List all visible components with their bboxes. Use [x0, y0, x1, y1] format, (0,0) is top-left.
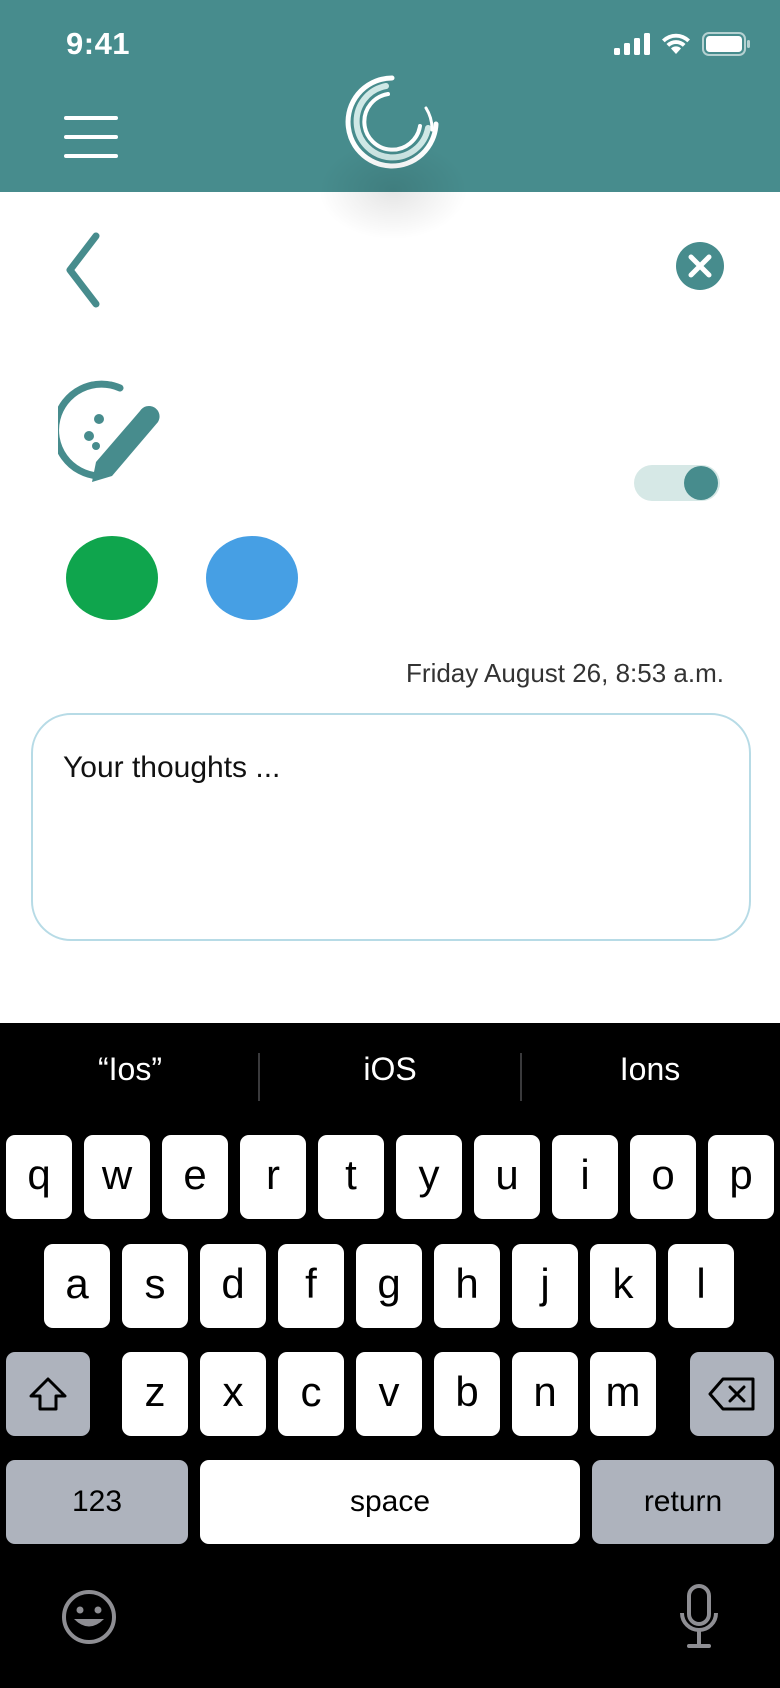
- key-v[interactable]: v: [356, 1352, 422, 1436]
- delete-key[interactable]: [690, 1352, 774, 1436]
- key-c[interactable]: c: [278, 1352, 344, 1436]
- space-key[interactable]: space: [200, 1460, 580, 1544]
- emoji-icon[interactable]: [60, 1588, 118, 1646]
- status-time: 9:41: [66, 26, 131, 61]
- thoughts-box[interactable]: [31, 713, 751, 941]
- keyboard: “Ios” iOS Ions q w e r t y u i o p a s d…: [0, 1023, 780, 1688]
- key-x[interactable]: x: [200, 1352, 266, 1436]
- key-p[interactable]: p: [708, 1135, 774, 1219]
- mood-edit-icon[interactable]: [52, 376, 170, 488]
- backspace-icon: [708, 1377, 755, 1411]
- key-y[interactable]: y: [396, 1135, 462, 1219]
- suggestion-3[interactable]: Ions: [520, 1051, 780, 1088]
- key-i[interactable]: i: [552, 1135, 618, 1219]
- key-e[interactable]: e: [162, 1135, 228, 1219]
- key-u[interactable]: u: [474, 1135, 540, 1219]
- hamburger-icon: [64, 116, 118, 120]
- key-f[interactable]: f: [278, 1244, 344, 1328]
- suggestion-2[interactable]: iOS: [260, 1051, 520, 1088]
- key-r[interactable]: r: [240, 1135, 306, 1219]
- numbers-key[interactable]: 123: [6, 1460, 188, 1544]
- key-n[interactable]: n: [512, 1352, 578, 1436]
- hamburger-icon-line: [64, 135, 118, 139]
- return-key[interactable]: return: [592, 1460, 774, 1544]
- thoughts-input[interactable]: [63, 751, 703, 785]
- menu-button[interactable]: [64, 114, 118, 160]
- chevron-left-icon: [66, 232, 100, 308]
- signal-icon: [614, 33, 650, 55]
- key-k[interactable]: k: [590, 1244, 656, 1328]
- logo-shadow: [318, 140, 468, 240]
- key-m[interactable]: m: [590, 1352, 656, 1436]
- key-h[interactable]: h: [434, 1244, 500, 1328]
- status-icons: [614, 32, 750, 56]
- hamburger-icon-line: [64, 154, 118, 158]
- key-t[interactable]: t: [318, 1135, 384, 1219]
- close-button[interactable]: [676, 242, 724, 290]
- key-s[interactable]: s: [122, 1244, 188, 1328]
- suggestion-bar: “Ios” iOS Ions: [0, 1023, 780, 1123]
- key-w[interactable]: w: [84, 1135, 150, 1219]
- suggestion-1[interactable]: “Ios”: [0, 1051, 260, 1088]
- journal-entry-screen: 9:41 Friday August 26, 8:53 a.m. Your th…: [0, 0, 780, 1688]
- toggle-switch[interactable]: [634, 465, 720, 501]
- key-z[interactable]: z: [122, 1352, 188, 1436]
- key-b[interactable]: b: [434, 1352, 500, 1436]
- key-j[interactable]: j: [512, 1244, 578, 1328]
- key-l[interactable]: l: [668, 1244, 734, 1328]
- entry-date: Friday August 26, 8:53 a.m.: [406, 658, 724, 688]
- key-a[interactable]: a: [44, 1244, 110, 1328]
- shift-key[interactable]: [6, 1352, 90, 1436]
- battery-icon: [702, 32, 750, 56]
- key-o[interactable]: o: [630, 1135, 696, 1219]
- microphone-icon[interactable]: [678, 1583, 720, 1651]
- key-g[interactable]: g: [356, 1244, 422, 1328]
- key-q[interactable]: q: [6, 1135, 72, 1219]
- color-option-blue[interactable]: [206, 536, 298, 620]
- key-d[interactable]: d: [200, 1244, 266, 1328]
- wifi-icon: [662, 33, 690, 54]
- back-button[interactable]: [60, 230, 110, 310]
- shift-icon: [29, 1377, 67, 1411]
- mood-face-icon: [52, 380, 160, 482]
- color-option-green[interactable]: [66, 536, 158, 620]
- toggle-knob: [684, 466, 718, 500]
- close-icon: [688, 254, 712, 278]
